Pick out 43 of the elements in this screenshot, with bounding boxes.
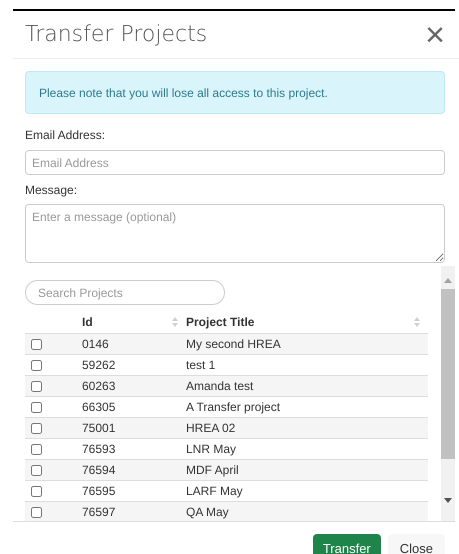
row-checkbox[interactable] bbox=[31, 402, 42, 413]
row-checkbox[interactable] bbox=[31, 422, 42, 434]
alert-message: Please note that you will lose all access to this project. bbox=[25, 71, 445, 114]
table-cell: test 1 bbox=[186, 358, 216, 372]
row-checkbox[interactable] bbox=[31, 464, 42, 476]
field-label: Message: bbox=[25, 182, 78, 199]
table-cell: 0146 bbox=[82, 336, 109, 350]
row-checkbox[interactable] bbox=[31, 380, 42, 392]
sort-icon bbox=[172, 316, 178, 327]
table-cell: A Transfer project bbox=[186, 400, 280, 414]
row-checkbox[interactable] bbox=[31, 486, 42, 497]
transfer-button[interactable]: Transfer bbox=[312, 534, 381, 554]
column-header[interactable]: Id bbox=[82, 312, 93, 331]
table-cell: MDF April bbox=[186, 462, 239, 476]
close-button[interactable]: × bbox=[425, 18, 445, 52]
table-cell: QA May bbox=[186, 504, 229, 518]
table-cell: 60263 bbox=[82, 378, 116, 392]
table-cell: 76594 bbox=[82, 462, 116, 476]
column-header[interactable]: Project Title bbox=[186, 312, 254, 331]
table-cell: Amanda test bbox=[186, 378, 254, 392]
table-cell: 76593 bbox=[82, 442, 116, 456]
table-cell: 76595 bbox=[82, 484, 116, 498]
row-checkbox[interactable] bbox=[31, 360, 42, 371]
table-cell: 66305 bbox=[82, 400, 116, 414]
table-cell: 75001 bbox=[82, 420, 116, 434]
row-checkbox[interactable] bbox=[31, 338, 42, 350]
table-cell: 59262 bbox=[82, 358, 116, 372]
table-cell: My second HREA bbox=[186, 336, 281, 350]
field-label: Email Address: bbox=[25, 127, 106, 144]
row-checkbox[interactable] bbox=[31, 506, 42, 518]
sort-icon bbox=[414, 316, 420, 327]
table-cell: 76597 bbox=[82, 504, 116, 518]
search-field[interactable]: Search Projects bbox=[25, 280, 225, 305]
row-checkbox[interactable] bbox=[31, 444, 42, 455]
dialog-title: Transfer Projects bbox=[25, 21, 208, 49]
email-field[interactable]: Email Address bbox=[25, 150, 445, 175]
table-cell: HREA 02 bbox=[186, 420, 236, 434]
table-cell: LNR May bbox=[186, 442, 236, 456]
table-cell: LARF May bbox=[186, 484, 243, 498]
scrollbar[interactable] bbox=[441, 266, 455, 521]
close-button[interactable]: Close bbox=[388, 534, 445, 554]
scroll-down-icon[interactable] bbox=[444, 498, 452, 503]
message-field[interactable]: Enter a message (optional) bbox=[25, 204, 445, 263]
